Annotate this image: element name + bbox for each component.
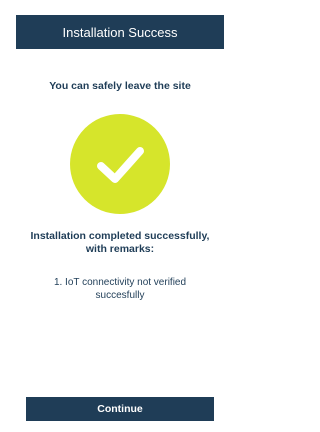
- page-title: Installation Success: [62, 24, 178, 40]
- continue-button[interactable]: Continue: [26, 397, 214, 421]
- remark-item: 1. IoT connectivity not verified succesf…: [53, 277, 187, 301]
- success-status-circle: [70, 114, 170, 214]
- checkmark-icon: [97, 147, 144, 183]
- leave-site-message: You can safely leave the site: [49, 80, 191, 92]
- page-header: Installation Success: [16, 15, 224, 49]
- result-heading: Installation completed successfully, wit…: [30, 230, 210, 255]
